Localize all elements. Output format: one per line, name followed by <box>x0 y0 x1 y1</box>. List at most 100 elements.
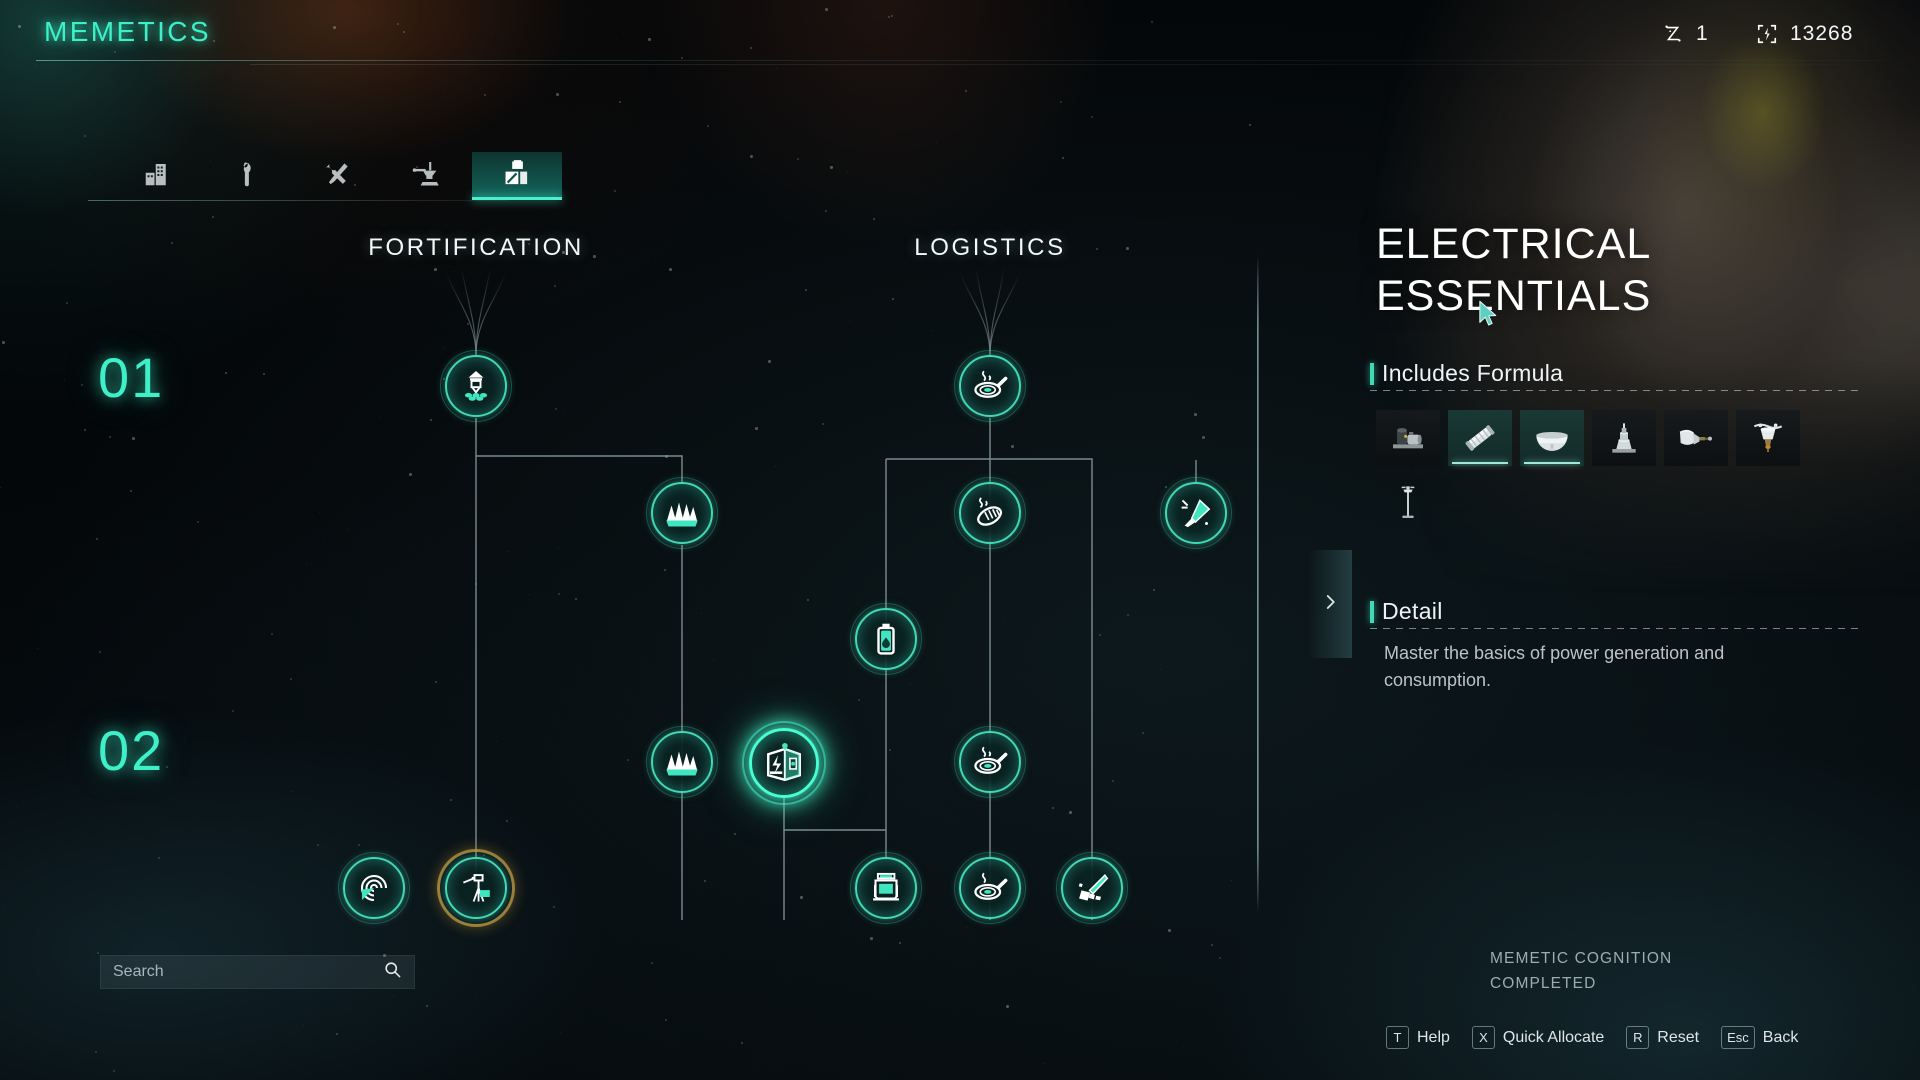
tree-node-survey-station[interactable] <box>437 849 515 927</box>
tree-node-fluid-canister[interactable] <box>850 603 922 675</box>
tab-tools[interactable] <box>202 152 292 200</box>
memetics-screen: MEMETICS 1 13268 FORTIFICATION LOGISTICS… <box>0 0 1920 1080</box>
building-icon <box>142 159 172 194</box>
formula-item-ceiling-lamp[interactable] <box>1520 410 1584 466</box>
key-hint-bar: T Help X Quick Allocate R Reset Esc Back <box>1386 1026 1798 1049</box>
tree-node-preserved-meat[interactable] <box>954 477 1026 549</box>
formula-item-hanging-lamp[interactable] <box>1736 410 1800 466</box>
crate-icon <box>501 158 533 195</box>
formula-item-tube-light[interactable] <box>1448 410 1512 466</box>
detail-rule <box>1370 628 1860 629</box>
backpack-icon <box>873 872 899 901</box>
tier-label-01: 01 <box>98 346 165 409</box>
key-hint-label-quick-allocate: Quick Allocate <box>1502 1028 1605 1046</box>
formula-item-generator[interactable] <box>1376 410 1440 466</box>
tab-crafting[interactable] <box>292 152 382 200</box>
memetic-points-value: 1 <box>1696 22 1709 45</box>
radar-icon <box>360 874 388 902</box>
tab-logistics[interactable] <box>472 152 562 200</box>
hud-memetic-points: 1 <box>1662 22 1709 46</box>
tree-node-radar-dish[interactable] <box>338 852 410 924</box>
key-hint-help[interactable]: T Help <box>1386 1026 1450 1049</box>
tree-node-barricade-1[interactable] <box>646 477 718 549</box>
page-title: MEMETICS <box>44 16 211 47</box>
section-accent-bar <box>1370 600 1374 623</box>
tree-node-mining-pick[interactable] <box>1056 852 1128 924</box>
key-hint-back[interactable]: Esc Back <box>1721 1026 1798 1049</box>
memetic-node-icon <box>1662 23 1684 45</box>
tree-node-electrical-essentials[interactable] <box>742 721 826 805</box>
key-cap-t: T <box>1386 1026 1409 1049</box>
key-hint-label-help: Help <box>1417 1028 1450 1046</box>
formula-item-street-light[interactable] <box>1376 474 1440 530</box>
tab-bar-underline <box>88 200 508 201</box>
tube-light-icon <box>1465 425 1495 451</box>
ceiling-lamp-icon <box>1536 432 1568 451</box>
key-cap-esc: Esc <box>1721 1026 1755 1049</box>
status-line-1: MEMETIC COGNITION <box>1490 950 1673 967</box>
tree-node-advanced-cooking[interactable] <box>954 726 1026 798</box>
tree-node-cooking-basics[interactable] <box>954 350 1026 422</box>
generator-unit-icon <box>1393 428 1423 449</box>
search-box[interactable] <box>100 955 415 989</box>
branch-title-fortification: FORTIFICATION <box>368 234 584 261</box>
meat-icon <box>977 497 1003 526</box>
tree-node-welder[interactable] <box>1160 477 1232 549</box>
street-light-icon <box>1401 486 1415 518</box>
search-icon[interactable] <box>383 960 402 984</box>
key-cap-r: R <box>1626 1026 1650 1049</box>
formula-item-power-pole[interactable] <box>1592 410 1656 466</box>
spikes-icon <box>666 502 698 527</box>
bottle-icon <box>877 623 895 655</box>
hanging-lamp-icon <box>1753 423 1783 452</box>
panel-expand-button[interactable] <box>1308 550 1352 658</box>
tree-node-watchtower[interactable] <box>440 350 512 422</box>
pickaxe-icon <box>1078 873 1109 901</box>
power-cell-icon <box>1756 23 1778 45</box>
detail-label: Detail <box>1382 598 1443 624</box>
wrench-icon <box>232 159 262 194</box>
surveyor-icon <box>463 874 490 902</box>
key-hint-label-reset: Reset <box>1657 1028 1700 1046</box>
status-line-2: COMPLETED <box>1490 975 1597 992</box>
skillet-icon <box>974 746 1008 774</box>
key-hint-reset[interactable]: R Reset <box>1626 1026 1699 1049</box>
category-tab-bar <box>112 152 562 200</box>
tree-node-pack-rig[interactable] <box>850 852 922 924</box>
detail-description: Master the basics of power generation an… <box>1384 643 1725 690</box>
header-divider-secondary <box>250 64 1850 65</box>
turret-icon <box>411 158 443 195</box>
key-hint-label-back: Back <box>1762 1028 1799 1046</box>
tier-label-02: 02 <box>98 719 165 782</box>
tab-machinery[interactable] <box>382 152 472 200</box>
spikes-icon <box>666 751 698 776</box>
generator-icon <box>767 742 801 782</box>
search-input[interactable] <box>113 963 383 981</box>
key-hint-quick-allocate[interactable]: X Quick Allocate <box>1471 1026 1605 1049</box>
power-pole-icon <box>1612 423 1636 453</box>
includes-formula-rule <box>1370 390 1860 391</box>
welder-icon <box>1181 499 1211 528</box>
detail-heading: Detail <box>1370 598 1443 625</box>
hud-power-currency: 13268 <box>1756 22 1853 46</box>
wrench-screwdriver-icon <box>321 158 353 195</box>
watchtower-icon <box>464 371 488 401</box>
skillet-icon <box>974 370 1008 398</box>
panel-title: ELECTRICAL ESSENTIALS <box>1376 220 1652 320</box>
section-accent-bar <box>1370 362 1374 385</box>
status-message: MEMETIC COGNITION COMPLETED <box>1490 946 1672 996</box>
right-panel-divider <box>1257 254 1259 914</box>
formula-list <box>1376 410 1816 530</box>
header-divider <box>36 60 1884 61</box>
wall-lamp-icon <box>1679 429 1712 445</box>
tree-node-field-kitchen[interactable] <box>954 852 1026 924</box>
branch-title-logistics: LOGISTICS <box>914 234 1066 261</box>
tree-node-barricade-2[interactable] <box>646 726 718 798</box>
key-cap-x: X <box>1471 1026 1495 1049</box>
includes-formula-heading: Includes Formula <box>1370 360 1563 387</box>
formula-item-wall-lamp[interactable] <box>1664 410 1728 466</box>
tab-structures[interactable] <box>112 152 202 200</box>
includes-formula-label: Includes Formula <box>1382 360 1564 386</box>
power-value: 13268 <box>1790 22 1854 45</box>
skillet-icon <box>974 872 1008 900</box>
